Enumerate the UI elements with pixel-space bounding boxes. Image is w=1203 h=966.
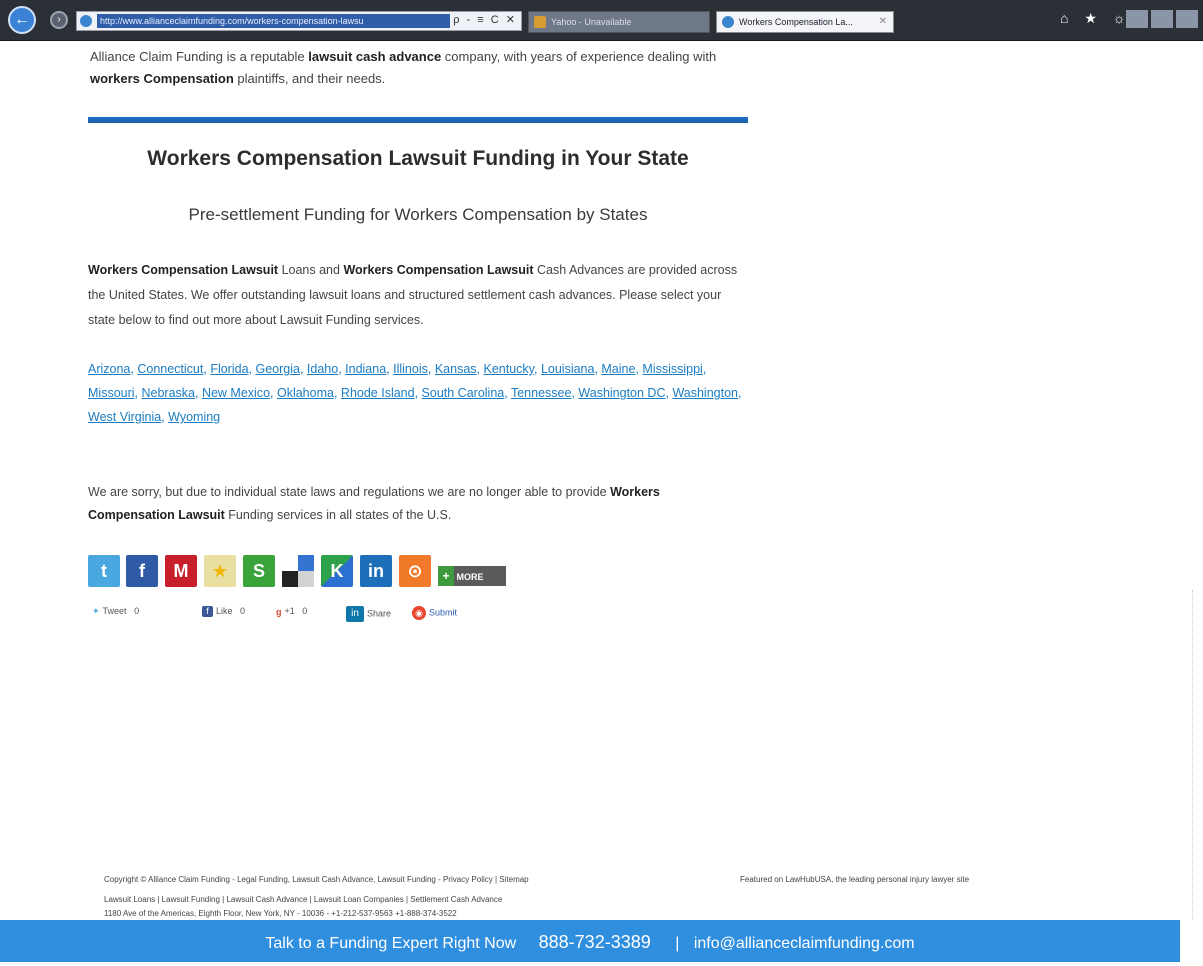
like-button[interactable]: f Like 0 — [202, 606, 245, 618]
state-separator: , — [134, 386, 142, 400]
state-link[interactable]: Wyoming — [168, 410, 220, 424]
state-link[interactable]: Nebraska — [142, 386, 196, 400]
state-link[interactable]: Washington DC — [578, 386, 665, 400]
scrollbar[interactable] — [1192, 590, 1199, 920]
state-links: Arizona, Connecticut, Florida, Georgia, … — [88, 357, 748, 429]
state-link[interactable]: Washington — [672, 386, 738, 400]
tab-close-icon[interactable]: ✕ — [879, 12, 887, 32]
address-controls[interactable]: ρ - ≡ C ✕ — [453, 13, 517, 26]
page-subheading: Pre-settlement Funding for Workers Compe… — [188, 205, 648, 224]
state-separator: , — [427, 362, 435, 376]
reddit-icon: ◉ — [412, 606, 426, 620]
state-separator: , — [270, 386, 277, 400]
state-link[interactable]: Arizona — [88, 362, 130, 376]
gplus-icon: g — [276, 606, 282, 617]
twitter-icon[interactable]: t — [88, 555, 120, 587]
state-link[interactable]: Oklahoma — [277, 386, 334, 400]
section-divider — [88, 117, 748, 123]
contact-bar: Talk to a Funding Expert Right Now 888-7… — [0, 920, 1180, 962]
submit-button[interactable]: ◉ Submit — [412, 606, 457, 620]
state-link[interactable]: South Carolina — [422, 386, 505, 400]
contact-divider: | — [675, 935, 680, 952]
state-separator: , — [737, 386, 742, 400]
contact-bar-text: Talk to a Funding Expert Right Now — [265, 935, 517, 952]
state-link[interactable]: Florida — [210, 362, 248, 376]
gplus-button[interactable]: g +1 0 — [276, 606, 307, 617]
state-link[interactable]: Tennessee — [511, 386, 571, 400]
facebook-icon[interactable]: f — [126, 555, 158, 587]
gmail-icon[interactable]: M — [165, 555, 197, 587]
state-link[interactable]: Kentucky — [483, 362, 534, 376]
tab-yahoo[interactable]: Yahoo - Unavailable — [528, 11, 710, 33]
state-link[interactable]: Idaho — [307, 362, 338, 376]
tab-favicon-icon — [722, 16, 734, 28]
delicious-icon[interactable] — [282, 555, 314, 587]
linkedin-small-icon: in — [346, 606, 364, 622]
state-separator: , — [533, 362, 541, 376]
address-url[interactable]: http://www.allianceclaimfunding.com/work… — [97, 14, 450, 28]
home-favorites-tools-icons[interactable]: ⌂ ★ ☼ — [1060, 10, 1132, 27]
notice-text: We are sorry, but due to individual stat… — [88, 485, 660, 522]
more-share-button[interactable]: + MORE — [438, 566, 506, 586]
state-link[interactable]: Rhode Island — [341, 386, 415, 400]
plus-icon: + — [438, 566, 454, 586]
intro-text: Alliance Claim Funding is a reputable la… — [90, 49, 717, 86]
state-link[interactable]: Illinois — [393, 362, 428, 376]
stumbleupon-icon[interactable]: S — [243, 555, 275, 587]
state-link[interactable]: Georgia — [255, 362, 299, 376]
state-link[interactable]: West Virginia — [88, 410, 161, 424]
more-label: MORE — [456, 572, 484, 582]
page-heading: Workers Compensation Lawsuit Funding in … — [147, 147, 689, 170]
address-bar[interactable]: http://www.allianceclaimfunding.com/work… — [76, 11, 522, 31]
state-link[interactable]: Indiana — [345, 362, 386, 376]
state-link[interactable]: Louisiana — [541, 362, 595, 376]
forward-button[interactable]: › — [50, 11, 68, 29]
twitter-bird-icon: ✦ — [92, 606, 100, 617]
linkedin-icon[interactable]: in — [360, 555, 392, 587]
state-separator: , — [504, 386, 511, 400]
tab-workers-compensation[interactable]: Workers Compensation La... ✕ — [716, 11, 894, 33]
state-link[interactable]: Missouri — [88, 386, 135, 400]
tab-label: Workers Compensation La... — [739, 17, 853, 27]
state-separator: , — [195, 386, 202, 400]
state-link[interactable]: New Mexico — [202, 386, 270, 400]
favorites-star-icon[interactable]: ★ — [204, 555, 236, 587]
linkedin-share-button[interactable]: in Share — [346, 606, 391, 622]
tab-favicon-icon — [534, 16, 546, 28]
share-icon[interactable]: ⊙ — [399, 555, 431, 587]
browser-toolbar: ← › http://www.allianceclaimfunding.com/… — [0, 0, 1203, 41]
state-separator: , — [333, 386, 341, 400]
state-link[interactable]: Maine — [601, 362, 635, 376]
bookmark-icon[interactable]: K — [321, 555, 353, 587]
state-separator: , — [702, 362, 707, 376]
contact-email-link[interactable]: info@allianceclaimfunding.com — [694, 935, 915, 952]
state-link[interactable]: Kansas — [435, 362, 477, 376]
contact-phone-link[interactable]: 888-732-3389 — [539, 932, 651, 952]
window-controls[interactable] — [1126, 10, 1198, 28]
tweet-button[interactable]: ✦ Tweet 0 — [92, 606, 139, 617]
site-favicon-icon — [80, 15, 92, 27]
description-text: Workers Compensation Lawsuit Loans and W… — [88, 263, 738, 327]
state-separator: , — [414, 386, 422, 400]
facebook-like-icon: f — [202, 606, 213, 618]
footer-featured[interactable]: Featured on LawHubUSA, the leading perso… — [740, 870, 969, 890]
tab-label: Yahoo - Unavailable — [551, 17, 632, 27]
back-button[interactable]: ← — [8, 6, 36, 34]
page-footer: Copyright © Alliance Claim Funding - Leg… — [104, 870, 1084, 924]
state-link[interactable]: Mississippi — [642, 362, 702, 376]
state-separator: , — [299, 362, 307, 376]
state-link[interactable]: Connecticut — [137, 362, 203, 376]
